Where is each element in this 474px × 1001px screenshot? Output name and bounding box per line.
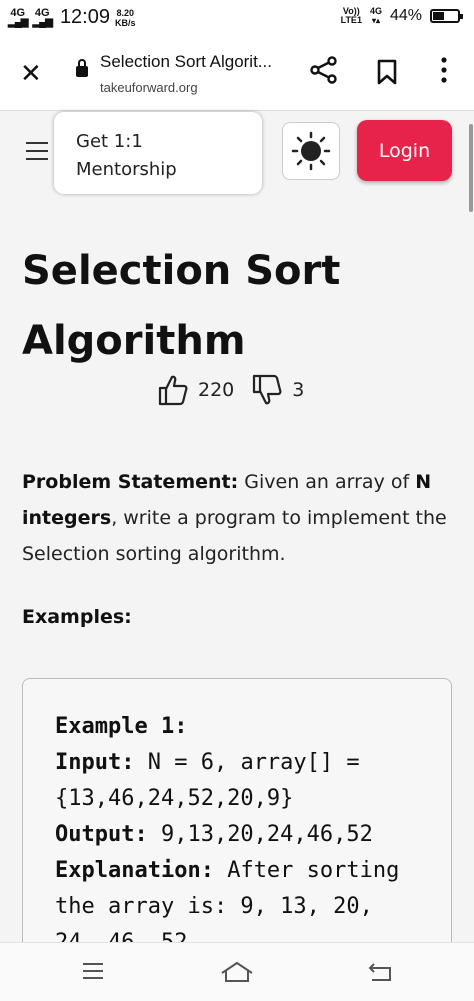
dislike-count: 3 [292, 379, 305, 401]
battery-percent: 44% [389, 7, 422, 24]
volte-icon: Vo)) LTE1 [341, 7, 362, 25]
explanation-value-3: 24, 46, 52 [55, 930, 187, 942]
output-value: 9,13,20,24,46,52 [147, 822, 373, 847]
mentorship-line1: Get 1:1 [76, 131, 143, 152]
speed-value: 8.20 [116, 7, 135, 18]
sun-icon [291, 131, 331, 171]
lock-icon [76, 59, 88, 77]
problem-statement: Problem Statement: Given an array of N i… [22, 464, 458, 572]
sim1-signal-icon: 4G ▂▄▆ [8, 6, 28, 28]
mentorship-link[interactable]: Get 1:1 Mentorship [54, 112, 262, 194]
battery-fill [433, 12, 445, 20]
thumbs-down-icon[interactable] [252, 374, 282, 406]
output-label: Output: [55, 822, 148, 847]
login-button[interactable]: Login [357, 120, 452, 181]
input-label: Input: [55, 750, 135, 775]
home-button[interactable] [220, 961, 254, 987]
network-speed: 8.20 KB/s [115, 8, 136, 28]
recent-apps-button[interactable] [82, 961, 104, 985]
close-tab-button[interactable]: ✕ [20, 60, 42, 86]
back-arrow-icon [368, 963, 391, 981]
system-nav-bar [0, 942, 474, 1001]
more-vert-icon [441, 57, 447, 83]
status-time: 12:09 [59, 6, 110, 28]
thumbs-up-icon[interactable] [158, 374, 188, 406]
network-type: 4G [369, 6, 382, 16]
explanation-value: After sorting [213, 858, 400, 883]
hamburger-menu-icon[interactable] [26, 142, 48, 166]
share-icon [310, 56, 337, 84]
example-heading: Example 1: [55, 714, 188, 739]
like-count: 220 [198, 379, 235, 401]
bookmark-icon [377, 59, 397, 85]
home-icon [221, 961, 253, 982]
explanation-label: Explanation: [55, 858, 214, 883]
site-header: Get 1:1 Mentorship Login [0, 110, 474, 196]
status-right: Vo)) LTE1 4G ▾▴ 44% [341, 6, 463, 26]
theme-toggle-button[interactable] [282, 122, 340, 180]
status-bar: 4G ▂▄▆ 4G ▂▄▆ 12:09 8.20 KB/s Vo)) LTE1 … [0, 0, 474, 36]
bookmark-button[interactable] [376, 59, 398, 90]
more-menu-button[interactable] [440, 56, 448, 89]
back-button[interactable] [368, 961, 394, 987]
examples-heading: Examples: [22, 606, 132, 628]
battery-icon [430, 9, 463, 23]
statement-label: Problem Statement: [22, 471, 239, 493]
input-value-array: {13,46,24,52,20,9} [55, 786, 294, 811]
article-content: Selection Sort Algorithm 220 3 Problem S… [0, 196, 474, 942]
network-type-icon: 4G ▾▴ [369, 6, 382, 26]
explanation-value-2: the array is: 9, 13, 20, [55, 894, 373, 919]
input-value: N = 6, array[] = [134, 750, 360, 775]
example-code-block: Example 1: Input: N = 6, array[] = {13,4… [22, 678, 452, 942]
article-title: Selection Sort Algorithm [22, 248, 341, 364]
browser-toolbar: ✕ Selection Sort Algorit... takeuforward… [0, 36, 474, 111]
mentorship-line2: Mentorship [76, 159, 177, 180]
speed-unit: KB/s [115, 17, 136, 28]
menu-lines-icon [83, 963, 103, 979]
sim2-signal-icon: 4G ▂▄▆ [32, 6, 52, 28]
browser-page-title[interactable]: Selection Sort Algorit... [100, 52, 272, 72]
share-button[interactable] [310, 56, 338, 89]
statement-part1: Given an array of [238, 471, 416, 493]
volte-bottom: LTE1 [340, 15, 362, 25]
status-left: 4G ▂▄▆ 4G ▂▄▆ 12:09 8.20 KB/s [8, 6, 136, 29]
vote-bar: 220 3 [158, 374, 322, 406]
browser-url[interactable]: takeuforward.org [100, 80, 198, 95]
